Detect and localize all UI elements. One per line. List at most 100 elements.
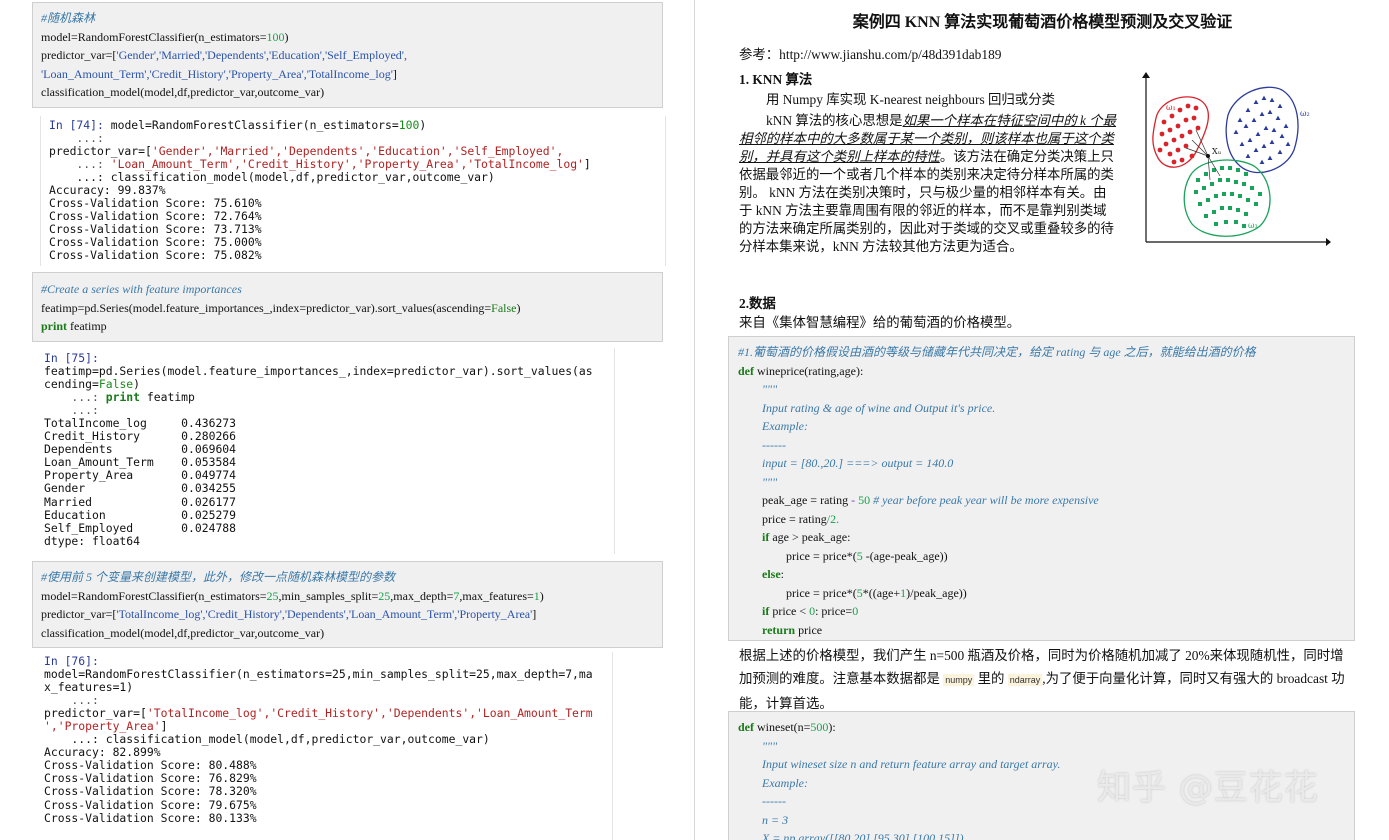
red-point (1175, 123, 1181, 129)
x-axis-arrow-icon (1326, 238, 1331, 246)
green-point (1228, 206, 1232, 210)
feature-name: Education (44, 507, 182, 522)
section-heading-data: 2.数据 (739, 296, 776, 311)
green-point (1202, 186, 1206, 190)
red-point (1169, 113, 1175, 119)
green-point (1218, 178, 1222, 182)
blue-point (1271, 127, 1277, 132)
blue-point (1267, 109, 1273, 114)
right-page: 案例四 KNN 算法实现葡萄酒价格模型预测及交叉验证 参考：http://www… (696, 0, 1389, 840)
reference-line: 参考：http://www.jianshu.com/p/48d391dab189 (739, 47, 1002, 62)
feature-name: Credit_History (44, 429, 182, 444)
feature-row: Married 0.026177 (44, 495, 236, 509)
green-class-points (1194, 166, 1262, 228)
blue-point (1237, 117, 1243, 122)
feature-name: Loan_Amount_Term (44, 455, 182, 470)
code-cell-top5-model: #使用前 5 个变量来创建模型，此外，修改一点随机森林模型的参数 model=R… (32, 561, 663, 648)
knn-intro: 用 Numpy 库实现 K-nearest neighbours 回归或分类 (766, 92, 1055, 107)
feature-row: TotalIncome_log 0.436273 (44, 416, 236, 430)
omega3-label: ω₃ (1248, 221, 1258, 230)
blue-point (1285, 141, 1291, 146)
green-point (1212, 210, 1216, 214)
red-point (1191, 115, 1197, 121)
red-point (1161, 119, 1167, 125)
green-point (1196, 178, 1200, 182)
red-point (1193, 105, 1199, 111)
blue-point (1261, 95, 1267, 100)
feature-row: Self_Employed 0.024788 (44, 521, 236, 535)
feature-name: TotalIncome_log (44, 416, 182, 431)
page-divider (694, 0, 695, 840)
feature-value: 0.053584 (181, 455, 237, 470)
green-point (1222, 192, 1226, 196)
code-cell-wineprice: #1.葡萄酒的价格假设由酒的等级与储藏年代共同决定，给定 rating 与 ag… (728, 336, 1355, 641)
blue-point (1245, 153, 1251, 158)
blue-point (1259, 111, 1265, 116)
red-point (1183, 143, 1189, 149)
green-point (1228, 166, 1232, 170)
query-point (1206, 154, 1210, 158)
y-axis-arrow-icon (1142, 72, 1150, 78)
feature-name: Married (44, 494, 182, 509)
blue-point (1283, 123, 1289, 128)
knn-description: kNN 算法的核心思想是如果一个样本在特征空间中的 k 个最相邻的样本中的大多数… (739, 113, 1117, 254)
blue-point (1269, 139, 1275, 144)
blue-point (1233, 129, 1239, 134)
comment: #随机森林 (41, 11, 96, 25)
green-point (1198, 202, 1202, 206)
blue-point (1269, 97, 1275, 102)
blue-point (1243, 123, 1249, 128)
green-point (1194, 190, 1198, 194)
feature-name: Gender (44, 481, 182, 496)
generation-description: 根据上述的价格模型，我们产生 n=500 瓶酒及价格，同时为价格随机加减了 20… (739, 648, 1345, 711)
feature-row: Education 0.025279 (44, 508, 236, 522)
blue-class-points (1233, 95, 1291, 164)
green-point (1210, 182, 1214, 186)
red-point (1167, 151, 1173, 157)
omega1-label: ω₁ (1166, 103, 1176, 112)
blue-point (1275, 115, 1281, 120)
code-cell-feature-importances: #Create a series with feature importance… (32, 272, 663, 342)
green-point (1204, 172, 1208, 176)
red-point (1163, 141, 1169, 147)
green-point (1224, 220, 1228, 224)
feature-value: 0.069604 (181, 442, 237, 457)
blue-point (1247, 137, 1253, 142)
blue-point (1253, 147, 1259, 152)
code-cell-random-forest: #随机森林 model=RandomForestClassifier(n_est… (32, 2, 663, 108)
feature-value: 0.280266 (181, 429, 237, 444)
green-point (1230, 192, 1234, 196)
blue-point (1267, 155, 1273, 160)
blue-point (1279, 133, 1285, 138)
feature-row: Loan_Amount_Term 0.053584 (44, 455, 236, 469)
green-point (1242, 182, 1246, 186)
green-point (1244, 212, 1248, 216)
green-point (1244, 172, 1248, 176)
blue-point (1259, 159, 1265, 164)
green-point (1254, 202, 1258, 206)
green-point (1214, 222, 1218, 226)
red-point (1167, 127, 1173, 133)
red-point (1175, 147, 1181, 153)
red-point (1157, 147, 1163, 153)
red-point (1171, 137, 1177, 143)
blue-point (1261, 143, 1267, 148)
feature-value: 0.024788 (181, 520, 237, 535)
red-point (1177, 107, 1183, 113)
query-label: Xᵤ (1212, 147, 1222, 156)
feature-value: 0.025279 (181, 507, 237, 522)
red-point (1179, 157, 1185, 163)
feature-row: Gender 0.034255 (44, 481, 236, 495)
red-point (1189, 153, 1195, 159)
blue-point (1255, 131, 1261, 136)
green-point (1220, 206, 1224, 210)
feature-value: 0.436273 (181, 416, 237, 431)
green-point (1236, 168, 1240, 172)
output-block-74: In [74]: model=RandomForestClassifier(n_… (40, 116, 666, 266)
blue-cluster-outline (1225, 86, 1299, 174)
feature-value: 0.049774 (181, 468, 237, 483)
feature-row: Property_Area 0.049774 (44, 468, 236, 482)
red-point (1183, 117, 1189, 123)
accuracy-line: Accuracy: 99.837% (49, 183, 166, 198)
blue-point (1245, 107, 1251, 112)
